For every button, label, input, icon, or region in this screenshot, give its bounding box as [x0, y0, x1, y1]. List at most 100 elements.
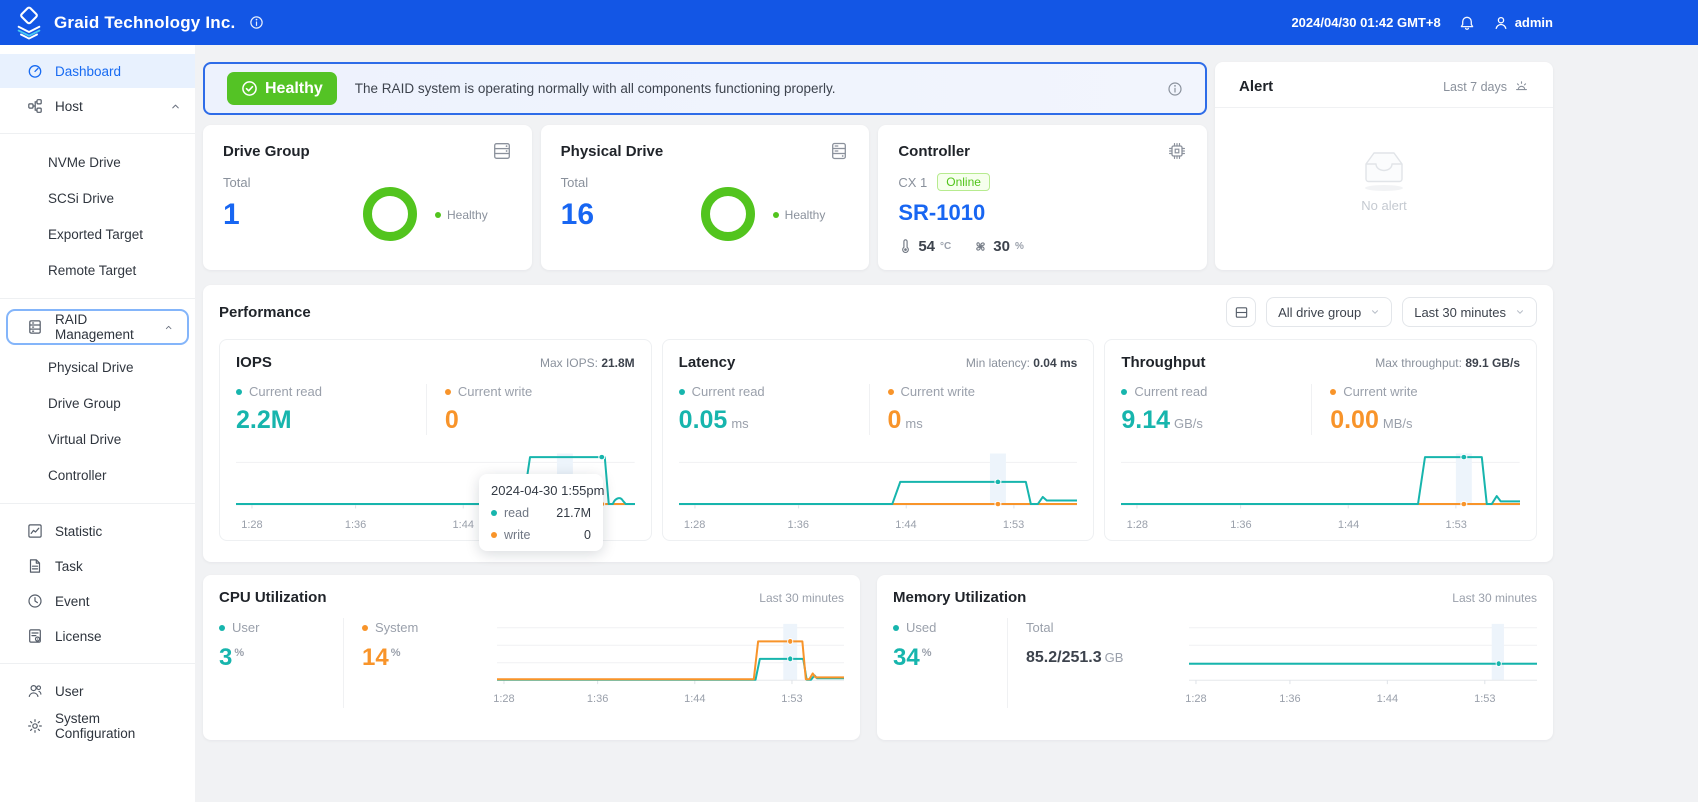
sidebar-item-drive-group[interactable]: Drive Group — [0, 385, 195, 421]
latency-read-value: 0.05 ms — [678, 406, 749, 434]
physical-drive-health-donut — [700, 187, 755, 241]
memory-total-label: Total — [1026, 620, 1054, 635]
current-write-label: Current write — [887, 384, 1078, 399]
latency-x-axis: 1:28 1:36 1:44 1:53 — [683, 519, 1025, 531]
user-dot — [219, 624, 225, 631]
sidebar-item-exported-target[interactable]: Exported Target — [0, 216, 195, 252]
controller-fan: 30% — [973, 238, 1024, 255]
sidebar-item-host[interactable]: Host — [0, 89, 195, 123]
sidebar-item-label: NVMe Drive — [48, 154, 121, 170]
chart-tooltip: 2024-04-30 1:55pm read 21.7M write 0 — [479, 474, 604, 551]
sidebar-item-statistic[interactable]: Statistic — [0, 514, 195, 548]
health-status-message: The RAID system is operating normally wi… — [354, 81, 836, 96]
current-read-label: Current read — [678, 384, 869, 399]
current-read-label: Current read — [1121, 384, 1311, 399]
user-menu[interactable]: admin — [1493, 15, 1553, 31]
iops-write-value: 0 — [444, 406, 459, 434]
sidebar-item-raid-management[interactable]: RAID Management — [8, 311, 187, 343]
sidebar-item-label: Drive Group — [48, 395, 121, 411]
latency-chart[interactable] — [679, 450, 1078, 512]
sidebar-item-task[interactable]: Task — [0, 549, 195, 583]
sidebar-item-controller[interactable]: Controller — [0, 457, 195, 493]
alert-range-label: Last 7 days — [1443, 79, 1507, 94]
bell-icon — [1460, 16, 1473, 30]
temperature-value: 54 — [918, 238, 936, 255]
sidebar-item-system-configuration[interactable]: System Configuration — [0, 709, 195, 743]
drive-group-filter-value: All drive group — [1278, 304, 1362, 320]
current-write-label: Current write — [444, 384, 635, 399]
controller-model[interactable]: SR-1010 — [898, 200, 1187, 226]
brand-title: Graid Technology Inc. — [54, 12, 236, 32]
sidebar-item-nvme-drive[interactable]: NVMe Drive — [0, 144, 195, 180]
min-label: Min latency: — [965, 356, 1030, 370]
iops-max: Max IOPS: 21.8M — [540, 356, 635, 370]
sidebar-item-label: Virtual Drive — [48, 431, 122, 447]
tooltip-write-row: write 0 — [491, 528, 591, 542]
controller-name: CX 1 — [898, 174, 928, 190]
drive-group-icon[interactable] — [492, 141, 512, 161]
chip-icon[interactable] — [1167, 141, 1187, 161]
alert-card: Alert Last 7 days No alert — [1215, 62, 1553, 270]
sidebar-item-label: License — [55, 628, 102, 644]
drive-group-health-donut — [363, 187, 417, 241]
read-dot — [678, 388, 685, 395]
throughput-x-axis: 1:28 1:36 1:44 1:53 — [1126, 519, 1467, 531]
sidebar-divider — [0, 133, 195, 134]
write-dot — [444, 388, 451, 395]
time-range-select[interactable]: Last 30 minutes — [1402, 297, 1537, 327]
controller-temperature: 54 °C — [898, 238, 951, 255]
layout-grid-icon — [1235, 306, 1247, 318]
sidebar-item-label: Task — [55, 558, 83, 574]
sidebar-item-raid-management-focused: RAID Management — [6, 309, 189, 345]
sidebar-item-label: Dashboard — [55, 63, 122, 79]
memory-title: Memory Utilization — [893, 589, 1027, 606]
sidebar-item-scsi-drive[interactable]: SCSi Drive — [0, 180, 195, 216]
write-dot — [491, 532, 497, 538]
cpu-chart[interactable]: 1:28 1:36 1:44 1:53 — [493, 618, 844, 708]
physical-drive-icon[interactable] — [829, 141, 849, 161]
latency-write-value: 0 ms — [887, 406, 923, 434]
cpu-system-value: 14% — [362, 644, 401, 671]
sidebar-item-user[interactable]: User — [0, 674, 195, 708]
write-dot — [1330, 388, 1337, 395]
cpu-title: CPU Utilization — [219, 589, 327, 606]
sidebar-item-dashboard[interactable]: Dashboard — [0, 54, 195, 88]
sidebar-item-remote-target[interactable]: Remote Target — [0, 252, 195, 288]
sidebar-item-physical-drive[interactable]: Physical Drive — [0, 349, 195, 385]
dashboard-icon — [28, 65, 42, 78]
read-dot — [1121, 388, 1128, 395]
notifications-button[interactable] — [1459, 15, 1475, 31]
controller-title: Controller — [898, 142, 971, 160]
about-info-button[interactable] — [249, 15, 264, 30]
fan-icon — [976, 242, 986, 251]
alert-range[interactable]: Last 7 days — [1443, 79, 1529, 94]
tooltip-read-value: 21.7M — [556, 506, 591, 520]
sidebar-item-event[interactable]: Event — [0, 584, 195, 618]
memory-chart[interactable]: 1:28 1:36 1:44 1:53 — [1185, 618, 1537, 708]
read-dot — [491, 510, 497, 516]
health-status-label: Healthy — [265, 79, 323, 97]
system-dot — [362, 624, 368, 631]
throughput-chart[interactable] — [1121, 450, 1520, 512]
sidebar-item-label: Host — [55, 98, 83, 114]
cpu-user-value: 3% — [219, 644, 245, 671]
statistic-icon — [28, 524, 42, 538]
chart-layout-button[interactable] — [1226, 297, 1257, 327]
max-value: 21.8M — [601, 356, 635, 370]
read-dot — [236, 388, 242, 395]
users-icon — [28, 684, 42, 697]
performance-title: Performance — [219, 303, 311, 321]
siren-icon — [1516, 81, 1527, 91]
sidebar-item-license[interactable]: License — [0, 619, 195, 653]
physical-drive-card: Physical Drive Total 16 Healthy — [540, 125, 870, 270]
host-icon — [28, 99, 42, 113]
info-icon[interactable] — [1167, 81, 1183, 97]
sidebar-item-virtual-drive[interactable]: Virtual Drive — [0, 421, 195, 457]
sidebar-item-label: SCSi Drive — [48, 190, 115, 206]
alert-empty-state: No alert — [1239, 108, 1529, 253]
memory-used-label: Used — [893, 620, 1007, 635]
total-label: Total — [223, 175, 251, 190]
drive-group-filter-select[interactable]: All drive group — [1266, 297, 1393, 327]
performance-section: Performance All drive group Last 30 minu… — [203, 285, 1553, 562]
sidebar-divider — [0, 298, 195, 299]
